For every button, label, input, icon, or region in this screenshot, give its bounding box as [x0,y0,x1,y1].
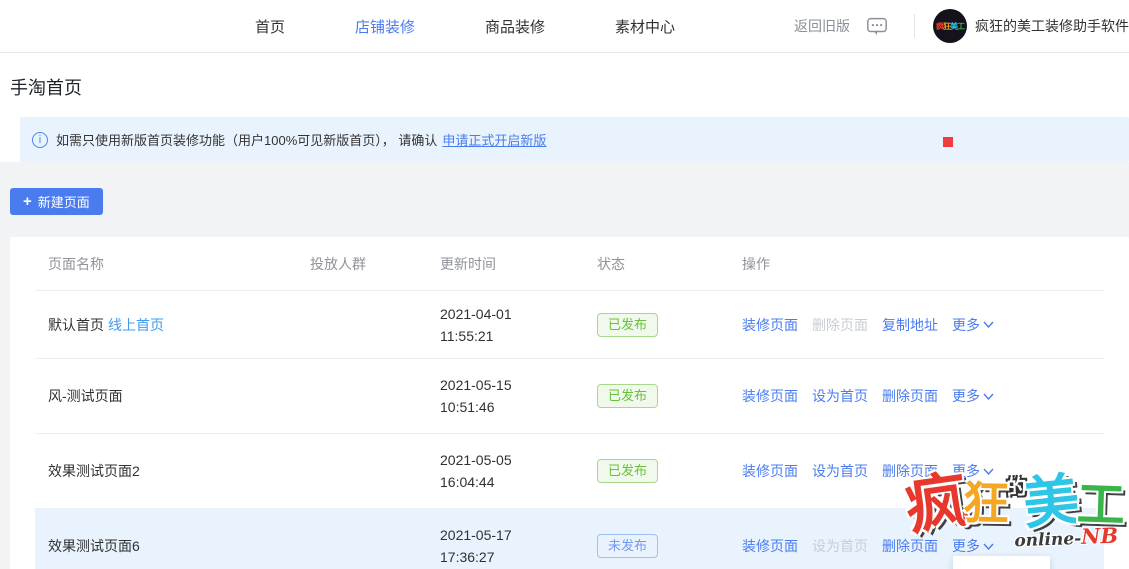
updated-date: 2021-05-17 [440,524,584,546]
dropdown-panel [953,556,1050,569]
updated-date: 2021-05-05 [440,449,584,471]
updated-clock: 16:04:44 [440,471,584,493]
nav-item-product-decorate[interactable]: 商品装修 [485,16,545,37]
page-name: 效果测试页面2 [48,463,140,479]
set-as-home-link[interactable]: 设为首页 [812,386,868,406]
more-label: 更多 [952,461,980,481]
status-badge: 已发布 [597,384,658,408]
updated-time-cell: 2021-04-01 11:55:21 [427,303,584,347]
updated-date: 2021-04-01 [440,303,584,325]
chevron-down-icon [983,321,994,328]
header-updated-time: 更新时间 [427,254,584,274]
red-square-marker [943,137,953,147]
status-cell: 已发布 [584,384,729,408]
decorate-page-link[interactable]: 装修页面 [742,386,798,406]
updated-clock: 11:55:21 [440,325,584,347]
operations-cell: 装修页面 删除页面 复制地址 更多 [729,315,1104,335]
info-circle-icon: i [32,132,48,148]
page-name-cell: 效果测试页面6 [35,536,297,556]
decorate-page-link[interactable]: 装修页面 [742,461,798,481]
back-to-old-version-link[interactable]: 返回旧版 [794,16,850,36]
table-row: 效果测试页面6 2021-05-17 17:36:27 未发布 装修页面 设为首… [35,508,1104,569]
set-as-home-link[interactable]: 设为首页 [812,461,868,481]
table-row: 风-测试页面 2021-05-15 10:51:46 已发布 装修页面 设为首页… [35,358,1104,433]
delete-page-link[interactable]: 删除页面 [882,536,938,556]
message-bubble-icon[interactable] [866,15,888,37]
more-dropdown-link[interactable]: 更多 [952,315,994,335]
delete-page-link-disabled: 删除页面 [812,315,868,335]
nav-menu: 首页 店铺装修 商品装修 素材中心 [255,16,675,37]
decorate-page-link[interactable]: 装修页面 [742,315,798,335]
avatar-glyph: 美 [950,21,957,32]
info-banner: i 如需只使用新版首页装修功能（用户100%可见新版首页）， 请确认 申请正式开… [20,117,1129,162]
avatar-glyph: 疯 [936,21,943,32]
more-dropdown-link[interactable]: 更多 [952,386,994,406]
chevron-down-icon [983,393,994,400]
chevron-down-icon [983,468,994,475]
status-cell: 已发布 [584,459,729,483]
top-nav: 首页 店铺装修 商品装修 素材中心 返回旧版 疯狂美工 疯狂的美工装修助手软件 [0,0,1129,53]
nav-right-group: 返回旧版 疯狂美工 疯狂的美工装修助手软件 [794,9,1129,43]
delete-page-link[interactable]: 删除页面 [882,386,938,406]
account-avatar[interactable]: 疯狂美工 [933,9,967,43]
header-operations: 操作 [729,254,1104,274]
header-status: 状态 [584,254,729,274]
more-label: 更多 [952,315,980,335]
new-page-button-label: 新建页面 [38,192,90,211]
avatar-glyph: 狂 [943,21,950,32]
app-window: 首页 店铺装修 商品装修 素材中心 返回旧版 疯狂美工 疯狂的美工装修助手软件 … [0,0,1129,569]
toolbar: + 新建页面 [0,162,1129,215]
updated-clock: 17:36:27 [440,546,584,568]
nav-divider [914,14,915,38]
updated-time-cell: 2021-05-15 10:51:46 [427,374,584,418]
header-audience: 投放人群 [297,254,427,274]
status-cell: 未发布 [584,534,729,558]
page-name-cell: 效果测试页面2 [35,461,297,481]
set-as-home-link-disabled: 设为首页 [812,536,868,556]
status-badge: 未发布 [597,534,658,558]
title-section: 手淘首页 i 如需只使用新版首页装修功能（用户100%可见新版首页）， 请确认 … [0,53,1129,162]
chevron-down-icon [983,543,994,550]
nav-item-material-center[interactable]: 素材中心 [615,16,675,37]
page-name: 风-测试页面 [48,388,123,404]
table-header-row: 页面名称 投放人群 更新时间 状态 操作 [35,237,1104,290]
banner-apply-link[interactable]: 申请正式开启新版 [442,130,546,149]
status-cell: 已发布 [584,313,729,337]
banner-text: 如需只使用新版首页装修功能（用户100%可见新版首页）， 请确认 [56,130,437,149]
avatar-glyph: 工 [957,21,964,32]
table-row: 效果测试页面2 2021-05-05 16:04:44 已发布 装修页面 设为首… [35,433,1104,508]
page-title: 手淘首页 [10,74,1129,117]
operations-cell: 装修页面 设为首页 删除页面 更多 [729,536,1104,556]
more-label: 更多 [952,536,980,556]
page-name-cell: 默认首页线上首页 [35,315,297,335]
updated-time-cell: 2021-05-05 16:04:44 [427,449,584,493]
updated-time-cell: 2021-05-17 17:36:27 [427,524,584,568]
header-page-name: 页面名称 [35,254,297,274]
copy-address-link[interactable]: 复制地址 [882,315,938,335]
decorate-page-link[interactable]: 装修页面 [742,536,798,556]
status-badge: 已发布 [597,459,658,483]
updated-clock: 10:51:46 [440,396,584,418]
more-dropdown-link[interactable]: 更多 [952,461,994,481]
delete-page-link[interactable]: 删除页面 [882,461,938,481]
plus-icon: + [23,194,32,209]
pages-table-card: 页面名称 投放人群 更新时间 状态 操作 默认首页线上首页 2021-04-01… [10,237,1129,569]
nav-item-shop-decorate[interactable]: 店铺装修 [355,16,415,37]
more-dropdown-link[interactable]: 更多 [952,536,994,556]
table-row: 默认首页线上首页 2021-04-01 11:55:21 已发布 装修页面 删除… [35,290,1104,358]
operations-cell: 装修页面 设为首页 删除页面 更多 [729,386,1104,406]
page-name: 效果测试页面6 [48,538,140,554]
nav-item-home[interactable]: 首页 [255,16,285,37]
account-name: 疯狂的美工装修助手软件 [975,16,1129,36]
page-name-cell: 风-测试页面 [35,386,297,406]
page-name: 默认首页 [48,317,104,333]
new-page-button[interactable]: + 新建页面 [10,188,103,215]
status-badge: 已发布 [597,313,658,337]
operations-cell: 装修页面 设为首页 删除页面 更多 [729,461,1104,481]
updated-date: 2021-05-15 [440,374,584,396]
more-label: 更多 [952,386,980,406]
online-home-link[interactable]: 线上首页 [108,317,164,333]
